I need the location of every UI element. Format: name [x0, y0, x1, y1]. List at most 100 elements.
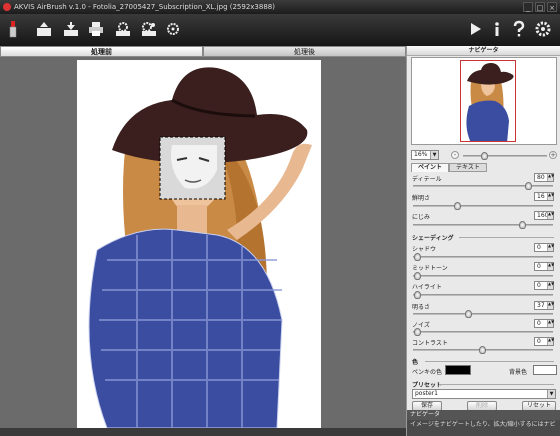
tab-paint[interactable]: ペイント [411, 163, 450, 172]
section-divider [459, 237, 554, 238]
save-icon[interactable] [60, 18, 82, 40]
preferences-icon[interactable] [532, 18, 554, 40]
settings-panel: ナビゲータ 16% ▼ - + ペイント テキスト ディテール 80 ▲▼ 鮮明… [406, 46, 560, 436]
shadows-slider[interactable] [413, 253, 553, 261]
brightness-slider-handle[interactable] [465, 310, 472, 318]
highlights-slider-handle[interactable] [414, 291, 421, 299]
spinner-arrows-icon[interactable]: ▲▼ [547, 320, 554, 327]
blur-input[interactable]: 160 ▲▼ [534, 211, 554, 220]
presets-section-title: プリセット [412, 382, 443, 389]
midtones-slider[interactable] [413, 272, 553, 280]
noise-value: 0 [537, 320, 541, 327]
spinner-arrows-icon[interactable]: ▲▼ [547, 263, 554, 270]
bg-color-label: 背景色 [509, 369, 528, 376]
sharpness-slider[interactable] [413, 202, 553, 210]
sharpness-value: 16 [537, 193, 545, 200]
spinner-arrows-icon[interactable]: ▲▼ [547, 282, 554, 289]
chevron-down-icon: ▼ [430, 151, 438, 159]
zoom-in-button[interactable]: + [549, 151, 557, 159]
midtones-label: ミッドトーン [412, 265, 448, 272]
blur-slider-handle[interactable] [519, 221, 526, 229]
minimize-button[interactable]: _ [523, 2, 533, 12]
contrast-slider[interactable] [413, 346, 553, 354]
highlights-label: ハイライト [412, 284, 442, 291]
tab-after[interactable]: 処理後 [203, 46, 406, 57]
zoom-select[interactable]: 16% ▼ [411, 150, 439, 160]
spinner-arrows-icon[interactable]: ▲▼ [547, 302, 554, 309]
highlights-value: 0 [537, 282, 541, 289]
shadows-value: 0 [537, 244, 541, 251]
spinner-arrows-icon[interactable]: ▲▼ [547, 174, 554, 181]
navigator-thumbnail[interactable] [460, 60, 516, 142]
section-divider [425, 361, 554, 362]
tab-text[interactable]: テキスト [449, 163, 487, 172]
preset-select[interactable]: poster1 ▼ [412, 389, 556, 399]
zoom-value: 16% [414, 151, 428, 158]
title-bar: AKVIS AirBrush v.1.0 - Fotolia_27005427_… [0, 0, 560, 14]
detail-input[interactable]: 80 ▲▼ [534, 173, 554, 182]
open-icon[interactable] [33, 18, 55, 40]
chevron-down-icon: ▼ [547, 390, 555, 398]
blur-label: にじみ [412, 214, 431, 221]
status-bar [0, 428, 406, 436]
contrast-slider-handle[interactable] [479, 346, 486, 354]
info-icon[interactable] [486, 18, 508, 40]
brush-logo-icon [2, 18, 24, 40]
paint-color-label: ペンキの色 [412, 369, 443, 376]
maximize-button[interactable]: □ [535, 2, 545, 12]
midtones-slider-handle[interactable] [414, 272, 421, 280]
canvas-tabs: 処理前 処理後 [0, 46, 406, 57]
app-logo-icon [3, 3, 11, 11]
zoom-slider-handle[interactable] [481, 152, 488, 160]
spinner-arrows-icon[interactable]: ▲▼ [547, 193, 554, 200]
settings-tabs: ペイント テキスト [411, 163, 487, 172]
star-gear-icon[interactable] [162, 18, 184, 40]
close-button[interactable]: × [547, 2, 557, 12]
noise-slider-handle[interactable] [414, 328, 421, 336]
highlights-slider[interactable] [413, 291, 553, 299]
settings-gear-icon[interactable] [112, 18, 134, 40]
shading-section-title: シェーディング [412, 235, 454, 242]
zoom-slider[interactable] [463, 152, 547, 160]
spinner-arrows-icon[interactable]: ▲▼ [547, 338, 554, 345]
highlights-input[interactable]: 0 ▲▼ [534, 281, 554, 290]
print-icon[interactable] [85, 18, 107, 40]
help-text: イメージをナビゲートしたり、拡大/縮小するにはナビ [407, 420, 560, 436]
run-icon[interactable] [464, 18, 486, 40]
preset-value: poster1 [415, 390, 438, 397]
window-title: AKVIS AirBrush v.1.0 - Fotolia_27005427_… [14, 3, 275, 11]
spinner-arrows-icon[interactable]: ▲▼ [547, 212, 554, 219]
sharpness-label: 鮮明さ [412, 195, 431, 202]
midtones-input[interactable]: 0 ▲▼ [534, 262, 554, 271]
detail-slider-handle[interactable] [525, 182, 532, 190]
spinner-arrows-icon[interactable]: ▲▼ [547, 244, 554, 251]
navigator-box[interactable] [411, 57, 557, 145]
section-divider [439, 384, 554, 385]
zoom-out-button[interactable]: - [451, 151, 459, 159]
shadows-input[interactable]: 0 ▲▼ [534, 243, 554, 252]
zoom-row: 16% ▼ - + [411, 150, 557, 160]
sharpness-input[interactable]: 16 ▲▼ [534, 192, 554, 201]
shadows-slider-handle[interactable] [414, 253, 421, 261]
contrast-input[interactable]: 0 ▲▼ [534, 337, 554, 346]
brightness-label: 明るさ [412, 304, 431, 311]
image-canvas[interactable] [0, 57, 406, 428]
help-icon[interactable] [508, 18, 530, 40]
tab-before[interactable]: 処理前 [0, 46, 203, 57]
paint-settings: ディテール 80 ▲▼ 鮮明さ 16 ▲▼ にじみ 160 ▲▼ シェーディング シャ… [409, 172, 559, 436]
presets-gear-icon[interactable] [138, 18, 160, 40]
noise-slider[interactable] [413, 328, 553, 336]
detail-label: ディテール [412, 176, 442, 183]
brightness-value: 37 [537, 302, 545, 309]
bg-color-swatch[interactable] [533, 365, 557, 375]
photo-image [77, 60, 321, 428]
detail-slider[interactable] [413, 182, 553, 190]
brightness-input[interactable]: 37 ▲▼ [534, 301, 554, 310]
sharpness-slider-handle[interactable] [454, 202, 461, 210]
paint-color-swatch[interactable] [445, 365, 471, 375]
brightness-slider[interactable] [413, 310, 553, 318]
blur-slider[interactable] [413, 221, 553, 229]
contrast-value: 0 [537, 338, 541, 345]
noise-input[interactable]: 0 ▲▼ [534, 319, 554, 328]
shadows-label: シャドウ [412, 246, 437, 253]
